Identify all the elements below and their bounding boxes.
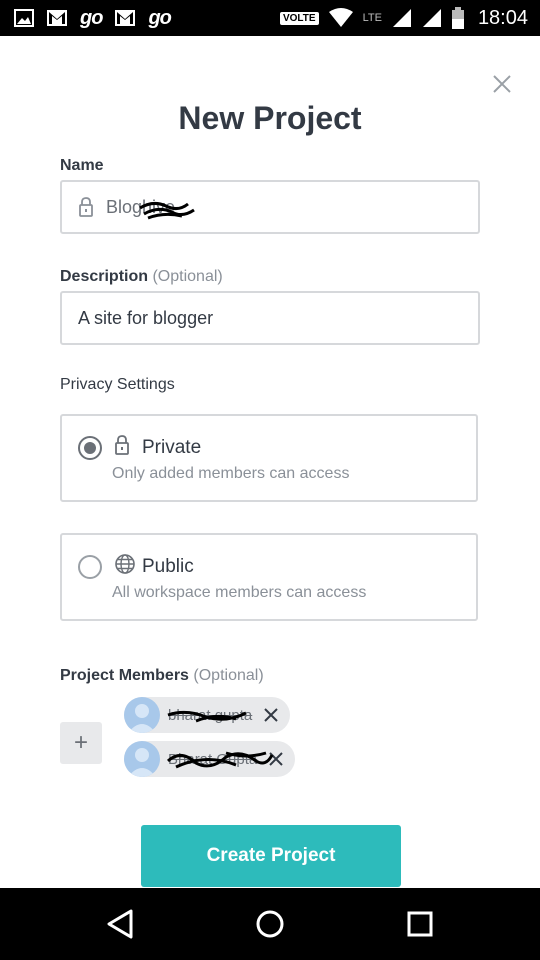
navigation-bar: [0, 888, 540, 960]
signal-icon: [422, 8, 442, 28]
description-label: Description (Optional): [60, 268, 223, 285]
privacy-option-private[interactable]: Private Only added members can access: [60, 414, 478, 502]
back-icon: [107, 909, 133, 939]
avatar: [124, 741, 160, 777]
name-label: Name: [60, 157, 104, 174]
back-button[interactable]: [102, 906, 138, 942]
avatar: [124, 697, 160, 733]
remove-member-icon[interactable]: [267, 750, 285, 768]
public-description: All workspace members can access: [112, 584, 367, 601]
volte-badge: VOLTE: [279, 11, 319, 25]
name-value: Bloghive: [106, 196, 176, 217]
home-button[interactable]: [252, 906, 288, 942]
signal-icon: [392, 8, 412, 28]
name-input[interactable]: Bloghive: [60, 180, 480, 234]
globe-icon: [115, 554, 135, 574]
member-chip: bharat gupta: [124, 697, 291, 733]
members-label: Project Members (Optional): [60, 667, 264, 684]
wifi-icon: [328, 8, 353, 28]
private-radio[interactable]: [78, 436, 102, 460]
image-icon: [14, 9, 34, 27]
create-project-button[interactable]: Create Project: [141, 825, 401, 887]
recents-icon: [407, 911, 433, 937]
close-button[interactable]: [490, 72, 514, 96]
privacy-option-public[interactable]: Public All workspace members can access: [60, 533, 478, 621]
clock: 18:04: [477, 6, 528, 29]
battery-icon: [451, 7, 464, 29]
member-name: bharat gupta: [168, 706, 253, 724]
private-title: Private: [142, 437, 202, 458]
status-bar: go go VOLTE LTE 18:04: [0, 0, 540, 36]
public-title: Public: [142, 556, 194, 577]
gmail-icon: [114, 9, 136, 27]
private-description: Only added members can access: [112, 465, 350, 482]
public-radio[interactable]: [78, 555, 102, 579]
lock-icon: [79, 197, 93, 217]
lte-label: LTE: [362, 12, 382, 24]
description-value: A site for blogger: [78, 307, 214, 328]
plus-icon: +: [73, 729, 88, 756]
recents-button[interactable]: [402, 906, 438, 942]
go-app-icon: go: [148, 6, 171, 29]
description-input[interactable]: A site for blogger: [60, 291, 480, 345]
lock-icon: [115, 435, 129, 455]
close-icon: [493, 75, 511, 93]
remove-member-icon[interactable]: [262, 706, 280, 724]
member-chip: Bharat Gupta: [124, 741, 296, 777]
page-title: New Project: [178, 100, 362, 136]
add-member-button[interactable]: +: [60, 722, 102, 764]
gmail-icon: [46, 9, 68, 27]
go-app-icon: go: [80, 6, 103, 29]
home-icon: [256, 910, 284, 938]
member-name: Bharat Gupta: [168, 750, 258, 768]
privacy-label: Privacy Settings: [60, 376, 175, 393]
